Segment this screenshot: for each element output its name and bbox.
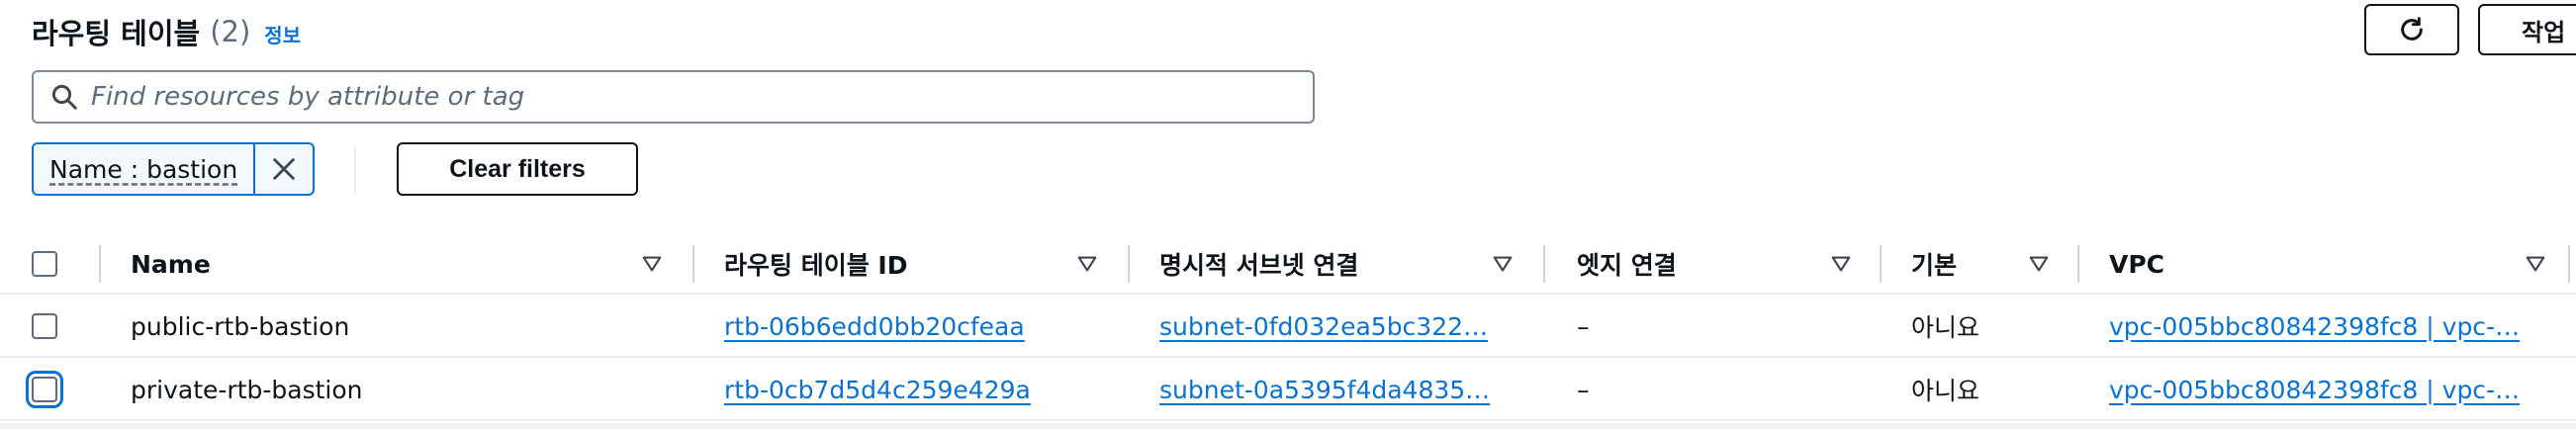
column-separator xyxy=(692,245,694,283)
cell-main: 아니요 xyxy=(1911,313,1980,342)
table-footer-band xyxy=(0,423,2576,429)
refresh-icon xyxy=(2401,17,2423,41)
cell-vpc-link[interactable]: vpc-005bbc80842398fc8 | vpc-… xyxy=(2109,295,2544,358)
table-row[interactable]: public-rtb-bastion rtb-06b6edd0bb20cfeaa… xyxy=(0,295,2576,358)
column-separator xyxy=(1128,245,1130,283)
cell-name: public-rtb-bastion xyxy=(131,311,350,341)
row-checkbox[interactable] xyxy=(26,371,63,408)
search-box[interactable] xyxy=(32,70,1315,124)
info-link[interactable]: 정보 xyxy=(264,20,301,48)
search-icon xyxy=(47,80,81,114)
column-header-main[interactable]: 기본 xyxy=(1911,233,1957,295)
caret-down-icon[interactable] xyxy=(2028,253,2050,275)
row-checkbox[interactable] xyxy=(32,313,57,339)
column-header-edge-associations[interactable]: 엣지 연결 xyxy=(1577,233,1677,295)
caret-down-icon[interactable] xyxy=(2525,253,2546,275)
caret-down-icon[interactable] xyxy=(1830,253,1852,275)
filter-token-label[interactable]: Name : bastion xyxy=(34,144,256,194)
caret-down-icon[interactable] xyxy=(641,253,663,275)
column-separator xyxy=(2077,245,2079,283)
column-separator xyxy=(1543,245,1545,283)
cell-vpc-link[interactable]: vpc-005bbc80842398fc8 | vpc-… xyxy=(2109,358,2544,421)
clear-filters-button[interactable]: Clear filters xyxy=(397,142,638,196)
cell-route-table-id-link[interactable]: rtb-0cb7d5d4c259e429a xyxy=(724,358,1110,421)
select-all-checkbox[interactable] xyxy=(32,251,57,277)
close-icon xyxy=(273,158,295,180)
column-header-vpc[interactable]: VPC xyxy=(2109,233,2164,295)
caret-down-icon[interactable] xyxy=(1492,253,1514,275)
column-header-route-table-id[interactable]: 라우팅 테이블 ID xyxy=(724,233,907,295)
cell-main: 아니요 xyxy=(1911,377,1980,405)
actions-button[interactable]: 작업 xyxy=(2478,4,2576,55)
route-tables-table: Name 라우팅 테이블 ID 명시적 서브넷 연결 엣지 연결 기본 VPC … xyxy=(0,233,2576,421)
column-separator xyxy=(2568,245,2570,283)
cell-name: private-rtb-bastion xyxy=(131,375,363,404)
clear-filters-label: Clear filters xyxy=(449,154,586,183)
filter-token: Name : bastion xyxy=(32,142,316,196)
cell-edge-associations: – xyxy=(1577,375,1590,404)
cell-subnet-link[interactable]: subnet-0fd032ea5bc322… xyxy=(1159,295,1506,358)
search-input[interactable] xyxy=(91,82,1278,112)
column-header-name[interactable]: Name xyxy=(131,233,211,295)
cell-route-table-id-link[interactable]: rtb-06b6edd0bb20cfeaa xyxy=(724,295,1110,358)
page-title: 라우팅 테이블 xyxy=(32,17,201,50)
column-header-subnet-associations[interactable]: 명시적 서브넷 연결 xyxy=(1159,233,1358,295)
column-separator xyxy=(1880,245,1882,283)
cell-subnet-link[interactable]: subnet-0a5395f4da4835… xyxy=(1159,358,1506,421)
filter-divider xyxy=(354,146,356,194)
header: 라우팅 테이블 (2) 정보 xyxy=(32,10,301,53)
route-tables-page: 라우팅 테이블 (2) 정보 작업 Name : bastion xyxy=(0,0,2576,429)
refresh-button[interactable] xyxy=(2364,4,2459,55)
item-count: (2) xyxy=(210,15,251,48)
actions-button-label: 작업 xyxy=(2522,19,2566,46)
table-header: Name 라우팅 테이블 ID 명시적 서브넷 연결 엣지 연결 기본 VPC xyxy=(0,233,2576,295)
table-row[interactable]: private-rtb-bastion rtb-0cb7d5d4c259e429… xyxy=(0,358,2576,421)
column-separator xyxy=(99,245,101,283)
remove-filter-button[interactable] xyxy=(255,144,313,194)
caret-down-icon[interactable] xyxy=(1076,253,1098,275)
cell-edge-associations: – xyxy=(1577,311,1590,341)
